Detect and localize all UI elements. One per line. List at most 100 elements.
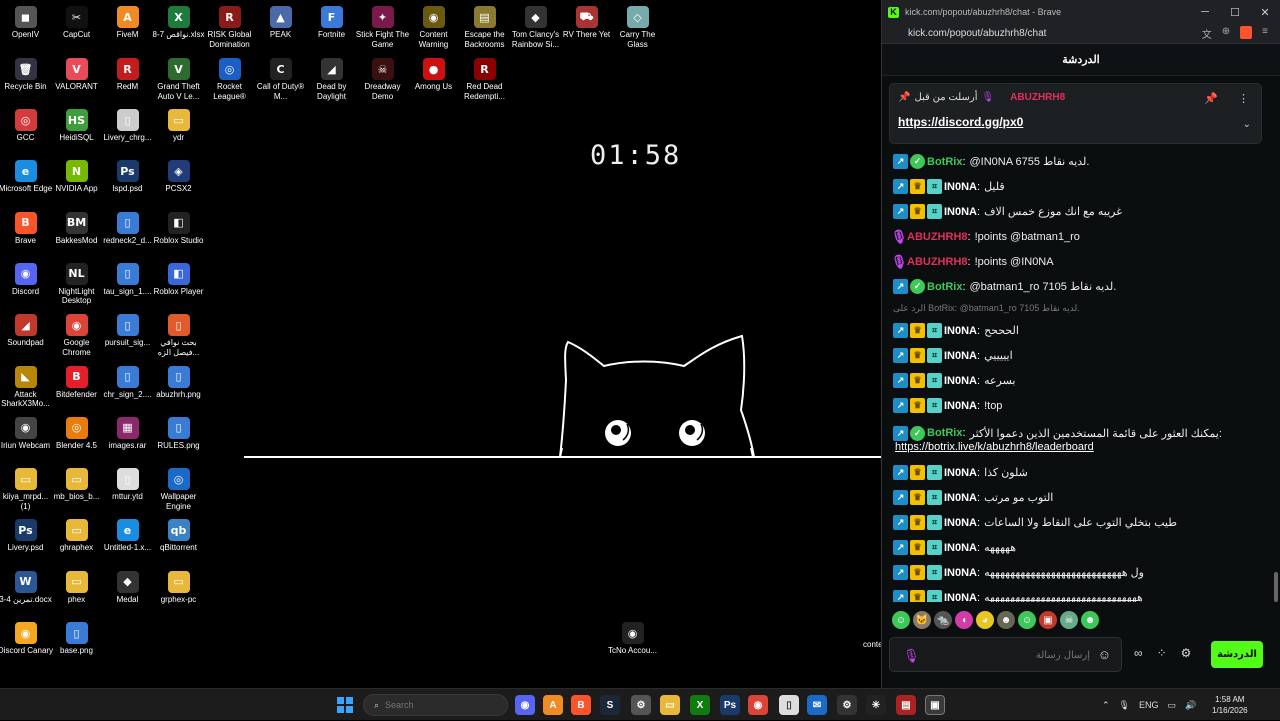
desktop-icon[interactable]: ◎ GCC — [0, 105, 51, 155]
desktop-icon[interactable]: R RedM — [102, 54, 153, 104]
desktop-icon[interactable]: V Grand Theft Auto V Le... — [153, 54, 204, 104]
chat-input-box[interactable]: 🎙 ☺ — [889, 637, 1122, 672]
desktop-icon[interactable]: B Brave — [0, 208, 51, 258]
chat-username[interactable]: BotRix — [927, 156, 962, 168]
minimize-icon[interactable]: ─ — [1190, 6, 1220, 19]
pinned-link[interactable]: https://discord.gg/px0 — [898, 115, 1023, 129]
desktop-icon[interactable]: R RISK Global Domination — [204, 2, 255, 52]
desktop-icon[interactable]: ◇ Carry The Glass — [612, 2, 663, 52]
desktop-icon[interactable]: ◣ Attack SharkX3Mo... — [0, 362, 51, 412]
emote-rat-icon[interactable]: 🐀 — [934, 611, 952, 629]
emote-yellow-icon[interactable]: ◕ — [976, 611, 994, 629]
desktop-icon[interactable]: ◆ Medal — [102, 567, 153, 617]
emote-red-box-icon[interactable]: ▣ — [1039, 611, 1057, 629]
taskbar-clock[interactable]: 1:58 AM 1/16/2026 — [1212, 694, 1248, 716]
zoom-icon[interactable]: ⊕ — [1222, 26, 1230, 41]
search-input[interactable] — [385, 700, 496, 710]
desktop-icon[interactable]: 🗑 Recycle Bin — [0, 54, 51, 104]
emote-smile-icon[interactable]: ☻ — [1081, 611, 1099, 629]
desktop-icon[interactable]: ▤ Escape the Backrooms — [459, 2, 510, 52]
desktop-icon[interactable]: ◉ Discord Canary — [0, 618, 53, 668]
desktop-icon[interactable]: qb qBittorrent — [153, 515, 204, 565]
desktop-icon[interactable]: ◧ Roblox Studio — [153, 208, 204, 258]
more-options-icon[interactable]: ⋮ — [1238, 92, 1249, 105]
desktop-icon[interactable]: B Bitdefender — [51, 362, 102, 412]
desktop-icon[interactable]: ◢ Dead by Daylight — [306, 54, 357, 104]
desktop-icon[interactable]: ▯ base.png — [51, 618, 102, 668]
desktop-icon[interactable]: ▭ ghraphex — [51, 515, 102, 565]
scrollbar-thumb[interactable] — [1274, 572, 1278, 602]
desktop-icon[interactable]: A FiveM — [102, 2, 153, 52]
chat-username[interactable]: IN0NA — [944, 592, 977, 603]
xbox-taskbar-icon[interactable]: X — [690, 695, 710, 715]
emote-fish-icon[interactable]: ◖ — [955, 611, 973, 629]
chat-username[interactable]: ABUZHRH8 — [907, 231, 968, 243]
close-icon[interactable]: ✕ — [1250, 6, 1280, 19]
chat-username[interactable]: ABUZHRH8 — [907, 256, 968, 268]
chat-username[interactable]: IN0NA — [944, 375, 977, 387]
desktop-icon[interactable]: ▯ abuzhrh.png — [153, 362, 204, 412]
desktop-icon[interactable]: ◉ Iriun Webcam — [0, 413, 51, 463]
desktop-icon[interactable]: ▯ بحث نوافي فيصل الزه... — [153, 310, 204, 360]
desktop-icon[interactable]: NL NightLight Desktop — [51, 259, 102, 309]
game-taskbar-icon[interactable]: ▤ — [896, 695, 916, 715]
chat-username[interactable]: IN0NA — [944, 467, 977, 479]
infinity-icon[interactable]: ∞ — [1134, 646, 1143, 660]
pinned-message[interactable]: 📌 أرسلت من قبل 🎙 ABUZHRH8 📌 ⋮ https://di… — [889, 83, 1262, 144]
chat-username[interactable]: IN0NA — [944, 206, 977, 218]
chat-link[interactable]: https://botrix.live/k/abuzhrh8/leaderboa… — [893, 441, 1269, 453]
chat-username[interactable]: IN0NA — [944, 567, 977, 579]
chrome-taskbar-icon[interactable]: ◉ — [748, 695, 768, 715]
language-indicator[interactable]: ENG — [1139, 700, 1159, 710]
network-icon[interactable]: ▭ — [1168, 700, 1177, 711]
desktop-icon[interactable]: C Call of Duty® M... — [255, 54, 306, 104]
file-explorer-taskbar-icon[interactable]: ▭ — [660, 695, 680, 715]
partial-icon-label[interactable]: conte — [863, 640, 883, 649]
desktop-icon[interactable]: ◆ Tom Clancy's Rainbow Si... — [510, 2, 561, 52]
mail-taskbar-icon[interactable]: ✉ — [807, 695, 827, 715]
maximize-icon[interactable]: ☐ — [1220, 6, 1250, 19]
address-bar[interactable]: kick.com/popout/abuzhrh8/chat 文 ⊕ ≡ — [882, 24, 1280, 44]
fivem-taskbar-icon[interactable]: A — [543, 695, 563, 715]
url-text[interactable]: kick.com/popout/abuzhrh8/chat — [908, 28, 1046, 39]
emote-halo-icon[interactable]: ☺ — [1018, 611, 1036, 629]
windows-start-icon[interactable] — [337, 697, 353, 713]
desktop-icon[interactable]: ◎ Wallpaper Engine — [153, 464, 204, 514]
desktop-icon[interactable]: ▯ pursuit_sig... — [102, 310, 153, 360]
desktop-icon[interactable]: ⛟ RV There Yet — [561, 2, 612, 52]
desktop-icon[interactable]: F Fortnite — [306, 2, 357, 52]
settings-taskbar-icon[interactable]: ⚙ — [631, 695, 651, 715]
desktop-icon[interactable]: X نواقص 7-8.xlsx — [152, 2, 205, 52]
desktop-icon[interactable]: ◉ TcNo Accou... — [607, 618, 658, 668]
chat-username[interactable]: IN0NA — [944, 400, 977, 412]
chat-scrollbar[interactable] — [1272, 76, 1278, 602]
send-chat-button[interactable]: الدردشة — [1211, 641, 1263, 668]
desktop-icon[interactable]: ◎ Rocket League® — [204, 54, 255, 104]
brave-shield-icon[interactable] — [1240, 26, 1253, 39]
chat-username[interactable]: IN0NA — [944, 492, 977, 504]
desktop-icon[interactable]: N NVIDIA App — [51, 156, 102, 206]
chat-username[interactable]: IN0NA — [944, 350, 977, 362]
desktop-icon[interactable]: HS HeidiSQL — [51, 105, 102, 155]
chat-username[interactable]: IN0NA — [944, 542, 977, 554]
desktop-icon[interactable]: e Microsoft Edge — [0, 156, 52, 206]
kick-taskbar-icon[interactable]: ▣ — [925, 695, 945, 715]
desktop-icon[interactable]: ◢ Soundpad — [0, 310, 51, 360]
desktop-icon[interactable]: ▭ ydr — [153, 105, 204, 155]
desktop-icon[interactable]: ◈ PCSX2 — [153, 156, 204, 206]
desktop-icon[interactable]: ◎ Blender 4.5 — [51, 413, 102, 463]
desktop-icon[interactable]: ◉ Discord — [0, 259, 51, 309]
desktop-icon[interactable]: ▭ phex — [51, 567, 102, 617]
emote-cat-icon[interactable]: 🐱 — [913, 611, 931, 629]
unpin-icon[interactable]: 📌 — [1204, 92, 1218, 105]
desktop-icon[interactable]: ✦ Stick Fight The Game — [356, 2, 409, 52]
emote-people-icon[interactable]: ☻ — [997, 611, 1015, 629]
desktop-icon[interactable]: ▯ RULES.png — [153, 413, 204, 463]
desktop-icon[interactable]: ◉ Google Chrome — [51, 310, 102, 360]
desktop-icon[interactable]: e Untitled-1.x... — [102, 515, 153, 565]
chat-username[interactable]: IN0NA — [944, 181, 977, 193]
desktop-icon[interactable]: ▯ mttur.ytd — [102, 464, 153, 514]
emoji-picker-icon[interactable]: ☺ — [1098, 647, 1111, 662]
desktop-icon[interactable]: R Red Dead Redempti... — [459, 54, 510, 104]
desktop-icon[interactable]: Ps lspd.psd — [102, 156, 153, 206]
